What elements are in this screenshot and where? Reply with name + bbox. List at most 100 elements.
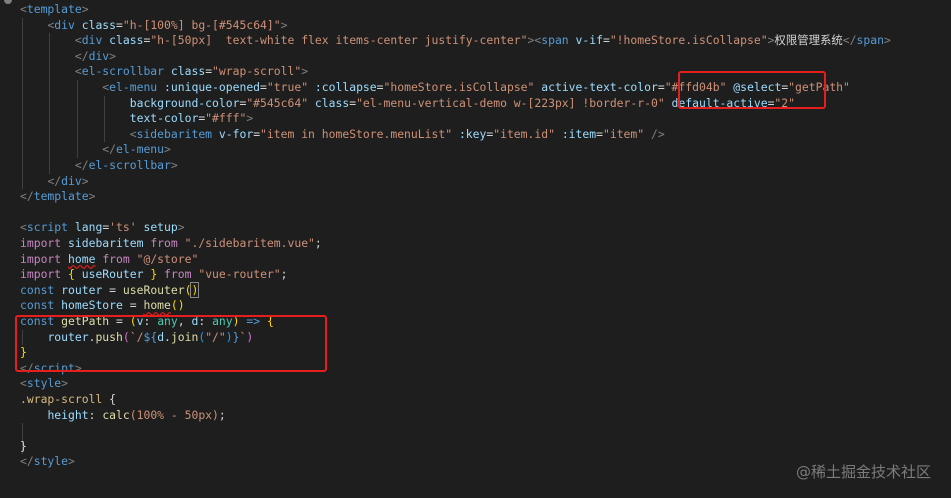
code-token: :unique-opened xyxy=(164,80,261,94)
code-token: (100% - 50px) xyxy=(129,407,219,422)
code-line[interactable]: height: calc(100% - 50px); xyxy=(20,407,225,424)
code-line[interactable]: <el-scrollbar class="wrap-scroll"> xyxy=(20,64,308,80)
code-token: = xyxy=(116,17,123,32)
code-token: homeStore xyxy=(61,298,123,313)
code-token: :item xyxy=(561,126,597,141)
code-token: = xyxy=(102,282,123,297)
code-token: style xyxy=(26,376,62,391)
code-line[interactable]: </div> xyxy=(20,49,116,65)
code-token: class xyxy=(314,95,350,110)
code-token: el-menu xyxy=(116,142,165,157)
code-token: :collapse xyxy=(314,80,377,94)
code-line[interactable]: const router = useRouter() xyxy=(20,281,200,299)
code-token: ; xyxy=(280,267,288,282)
code-token: router xyxy=(61,282,103,297)
code-token: = xyxy=(596,126,603,141)
code-token: 'ts' xyxy=(109,220,137,235)
code-line[interactable]: import home from "@/store" xyxy=(20,252,198,268)
code-token: useRouter xyxy=(122,282,185,297)
code-token: "vue-router" xyxy=(198,267,281,282)
code-token: template xyxy=(26,2,82,16)
code-editor[interactable]: <template> <div class="h-[100%] bg-[#545… xyxy=(0,0,951,498)
code-token: > xyxy=(81,2,89,16)
code-token: > xyxy=(61,376,69,391)
code-token: { xyxy=(109,392,117,406)
code-token: span xyxy=(541,33,569,48)
code-line[interactable]: import sidebaritem from "./sidebaritem.v… xyxy=(20,236,322,252)
code-token: active-text-color xyxy=(541,80,658,94)
code-line[interactable]: </el-scrollbar> xyxy=(20,158,178,174)
code-token: home xyxy=(143,298,171,313)
code-token: from xyxy=(150,236,178,250)
code-token: script xyxy=(26,220,69,235)
code-token: "./sidebaritem.vue" xyxy=(184,236,315,250)
code-line[interactable]: .wrap-scroll { xyxy=(20,392,116,408)
code-token: class xyxy=(109,33,144,48)
code-token: sidebaritem xyxy=(68,236,144,250)
code-token: el-menu xyxy=(109,80,158,94)
code-token: div xyxy=(54,17,75,32)
code-token: el-scrollbar xyxy=(88,158,171,172)
code-line[interactable]: <style> xyxy=(20,376,68,392)
code-line[interactable]: } xyxy=(20,439,27,455)
code-line[interactable]: </div> xyxy=(20,174,88,190)
code-token: setup xyxy=(143,220,178,235)
code-token: div xyxy=(88,48,110,63)
code-token: .wrap-scroll xyxy=(20,392,103,406)
code-line[interactable]: </style> xyxy=(20,454,75,470)
code-token: ; xyxy=(314,236,322,250)
code-token: </ xyxy=(102,142,117,157)
code-line[interactable]: </template> xyxy=(20,189,95,205)
code-token: </ xyxy=(20,189,34,204)
code-token: </ xyxy=(74,158,89,172)
code-token: 权限管理系统 xyxy=(774,33,843,48)
code-token: "item in homeStore.menuList" xyxy=(260,126,453,141)
code-token: > xyxy=(246,111,254,126)
code-token: > xyxy=(68,454,75,469)
code-token: useRouter xyxy=(81,267,144,282)
code-line[interactable]: <template> xyxy=(20,2,89,18)
code-token: span xyxy=(856,33,884,48)
code-token: import xyxy=(20,267,62,282)
code-line[interactable]: import { useRouter } from "vue-router"; xyxy=(20,267,288,283)
code-line[interactable]: <script lang='ts' setup> xyxy=(20,220,185,236)
code-token: v-if xyxy=(575,33,603,48)
code-line[interactable]: <div class="h-[100%] bg-[#545c64]"> xyxy=(20,18,287,34)
watermark: @稀土掘金技术社区 xyxy=(795,463,931,481)
code-line[interactable]: <div class = "h-[50px] text-white flex ite… xyxy=(20,33,891,49)
code-token: = xyxy=(260,80,267,94)
code-token: "item" xyxy=(602,126,645,141)
code-token: v-for xyxy=(218,126,254,141)
code-token: "el-menu-vertical-demo w-[223px] !border… xyxy=(356,95,665,110)
code-token: ) xyxy=(190,281,200,298)
code-token: /> xyxy=(644,126,665,141)
code-token: : xyxy=(88,407,103,422)
code-line[interactable]: </el-menu> xyxy=(20,142,171,158)
code-line[interactable]: <sidebaritem v-for = "item in homeStore.me… xyxy=(20,127,665,143)
code-token: class xyxy=(170,64,206,79)
code-token: height xyxy=(47,407,89,422)
code-token: "homeStore.isCollapse" xyxy=(383,80,535,94)
code-line[interactable]: text-color="#fff"> xyxy=(20,111,253,127)
gutter-breakpoint-icon[interactable] xyxy=(4,0,12,4)
code-line[interactable]: const homeStore = home() xyxy=(20,298,185,314)
code-token: </ xyxy=(20,454,34,469)
code-token: < xyxy=(129,126,137,141)
code-token: < xyxy=(20,220,27,235)
code-token: div xyxy=(81,33,103,48)
